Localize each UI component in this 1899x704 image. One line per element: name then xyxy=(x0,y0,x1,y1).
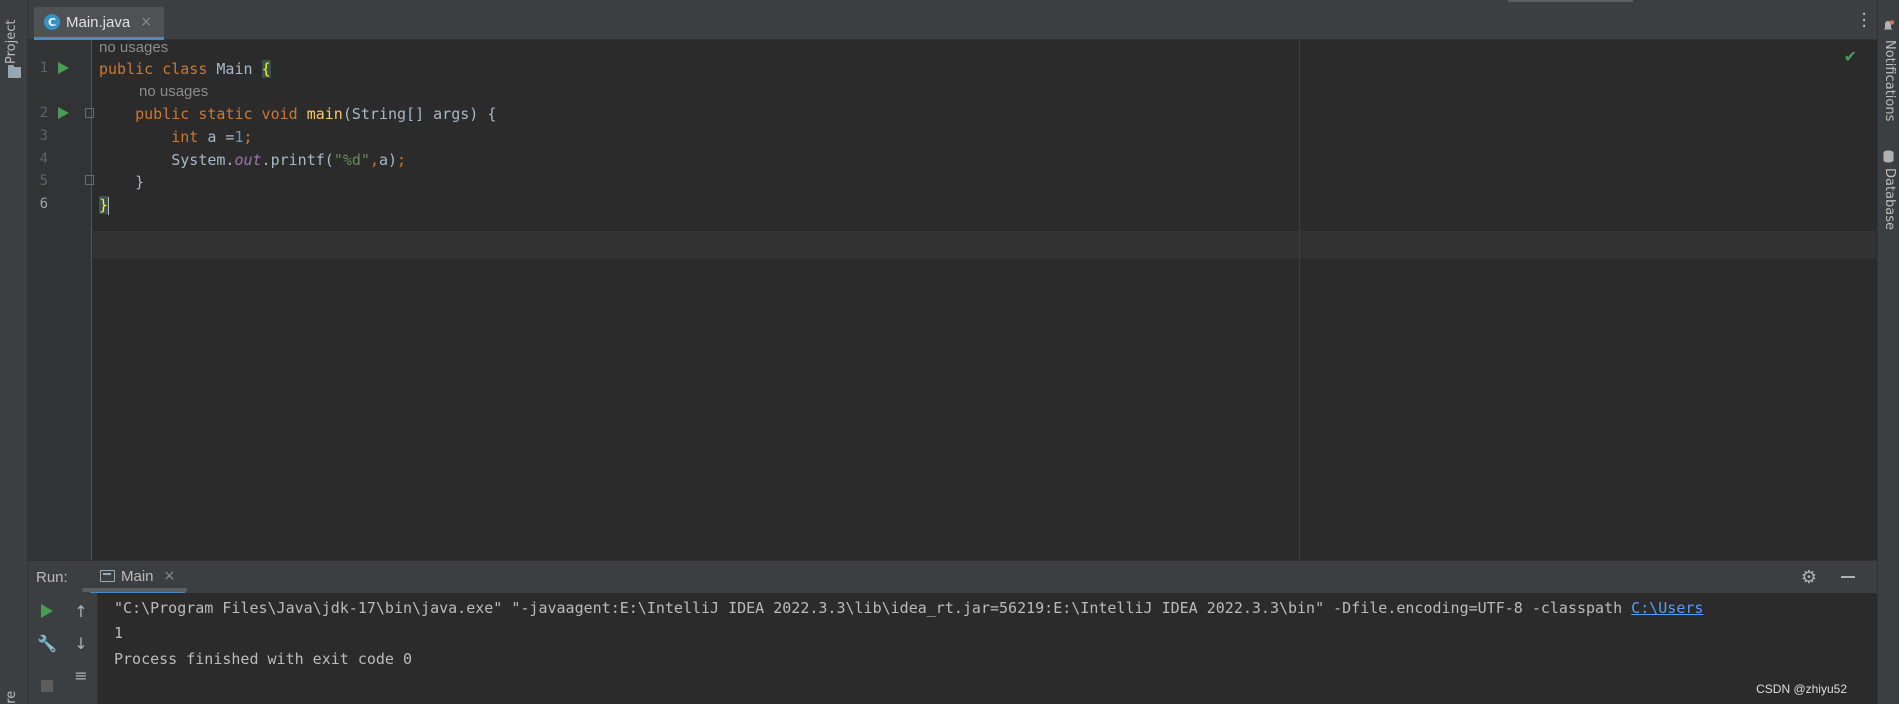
fold-open-icon[interactable] xyxy=(85,108,94,118)
code-token: int xyxy=(171,128,208,146)
left-tool-strip: Project ure xyxy=(0,0,28,704)
code-line-5: } xyxy=(99,173,144,191)
run-main-icon[interactable] xyxy=(58,107,69,119)
line-number: 4 xyxy=(39,151,48,167)
usages-hint[interactable]: no usages xyxy=(139,83,208,100)
run-class-icon[interactable] xyxy=(58,62,69,74)
database-icon[interactable] xyxy=(1883,150,1894,163)
console-command-line: "C:\Program Files\Java\jdk-17\bin\java.e… xyxy=(114,599,1703,617)
run-panel-header: Run: Main × ⚙ xyxy=(28,560,1877,594)
code-token: public static void xyxy=(135,105,307,123)
code-line-2: public static void main(String[] args) { xyxy=(99,105,496,123)
right-margin-guide xyxy=(1299,40,1300,560)
gear-icon[interactable]: ⚙ xyxy=(1801,567,1817,588)
code-token: 1 xyxy=(234,128,244,146)
code-token: } xyxy=(99,196,109,214)
stop-icon xyxy=(41,680,53,692)
right-tool-strip: Notifications Database xyxy=(1877,0,1899,704)
classpath-link[interactable]: C:\Users xyxy=(1631,599,1703,617)
console-icon xyxy=(100,570,115,582)
minimize-icon[interactable] xyxy=(1841,576,1855,578)
code-token: , xyxy=(369,151,379,169)
tab-scroll-indicator xyxy=(1508,0,1633,2)
code-line-4: System.out.printf("%d",a); xyxy=(99,151,406,169)
line-number: 6 xyxy=(39,196,48,212)
java-class-icon: C xyxy=(44,14,60,30)
code-token: ; xyxy=(397,151,407,169)
close-icon[interactable]: × xyxy=(140,14,152,30)
rerun-button[interactable] xyxy=(36,600,58,622)
run-tab-label: Main xyxy=(121,567,154,585)
usages-hint[interactable]: no usages xyxy=(99,39,168,56)
console-output[interactable]: "C:\Program Files\Java\jdk-17\bin\java.e… xyxy=(114,593,1874,704)
text-caret xyxy=(108,196,110,215)
tab-label: Main.java xyxy=(66,13,131,31)
current-line-highlight xyxy=(93,231,1877,259)
editor-tab-bar: C Main.java × · · · xyxy=(28,0,1877,40)
code-token: } xyxy=(99,173,145,191)
line-number: 3 xyxy=(39,128,48,144)
project-tool-tab[interactable]: Project xyxy=(4,14,24,64)
folder-icon[interactable] xyxy=(8,65,21,78)
watermark: CSDN @zhiyu52 xyxy=(1756,682,1847,696)
code-token: { xyxy=(261,60,271,78)
line-number: 5 xyxy=(39,173,48,189)
close-icon[interactable]: × xyxy=(164,568,176,584)
code-token: ; xyxy=(243,128,253,146)
database-tool-tab[interactable]: Database xyxy=(1881,168,1897,230)
run-panel-body: ↑ 🔧 ↓ ≡ "C:\Program Files\Java\jdk-17\bi… xyxy=(28,593,1877,704)
console-exit-line: Process finished with exit code 0 xyxy=(114,650,413,668)
run-toolbar: ↑ 🔧 ↓ ≡ xyxy=(28,593,98,704)
more-options-icon[interactable]: · · · xyxy=(1861,6,1867,36)
code-editor[interactable]: 1 2 3 4 5 6 no usages public class Main … xyxy=(28,39,1877,560)
line-number: 1 xyxy=(39,60,48,76)
stop-button[interactable] xyxy=(36,675,58,697)
play-icon xyxy=(41,604,53,618)
code-token: (String[] args) { xyxy=(342,105,497,123)
notifications-tool-tab[interactable]: Notifications xyxy=(1881,40,1897,121)
code-token: Main xyxy=(216,60,262,78)
inspection-ok-icon[interactable]: ✔ xyxy=(1844,47,1857,66)
code-token: .printf( xyxy=(261,151,334,169)
tab-main-java[interactable]: C Main.java × xyxy=(34,7,164,40)
code-token: public class xyxy=(99,60,217,78)
code-token: a = xyxy=(207,128,235,146)
line-number: 2 xyxy=(39,105,48,121)
code-token: "%d" xyxy=(333,151,370,169)
scroll-up-icon[interactable]: ↑ xyxy=(70,600,92,622)
code-line-6: } xyxy=(99,196,110,215)
code-token: out xyxy=(234,151,262,169)
run-panel-label: Run: xyxy=(36,569,68,586)
console-output-line: 1 xyxy=(114,624,124,642)
code-line-1: public class Main { xyxy=(99,60,271,78)
code-token: System. xyxy=(99,151,235,169)
code-token: a) xyxy=(378,151,398,169)
fold-close-icon[interactable] xyxy=(85,175,94,185)
soft-wrap-icon[interactable]: ≡ xyxy=(70,664,92,686)
code-token: main xyxy=(306,105,343,123)
console-scrollbar[interactable] xyxy=(82,588,187,592)
bell-icon[interactable] xyxy=(1882,20,1894,32)
command-text: "C:\Program Files\Java\jdk-17\bin\java.e… xyxy=(114,599,1632,617)
wrench-icon[interactable]: 🔧 xyxy=(36,632,58,654)
structure-tool-tab[interactable]: ure xyxy=(4,672,24,704)
code-line-3: int a =1; xyxy=(99,128,253,146)
editor-gutter: 1 2 3 4 5 6 xyxy=(28,40,94,560)
scroll-down-icon[interactable]: ↓ xyxy=(70,632,92,654)
